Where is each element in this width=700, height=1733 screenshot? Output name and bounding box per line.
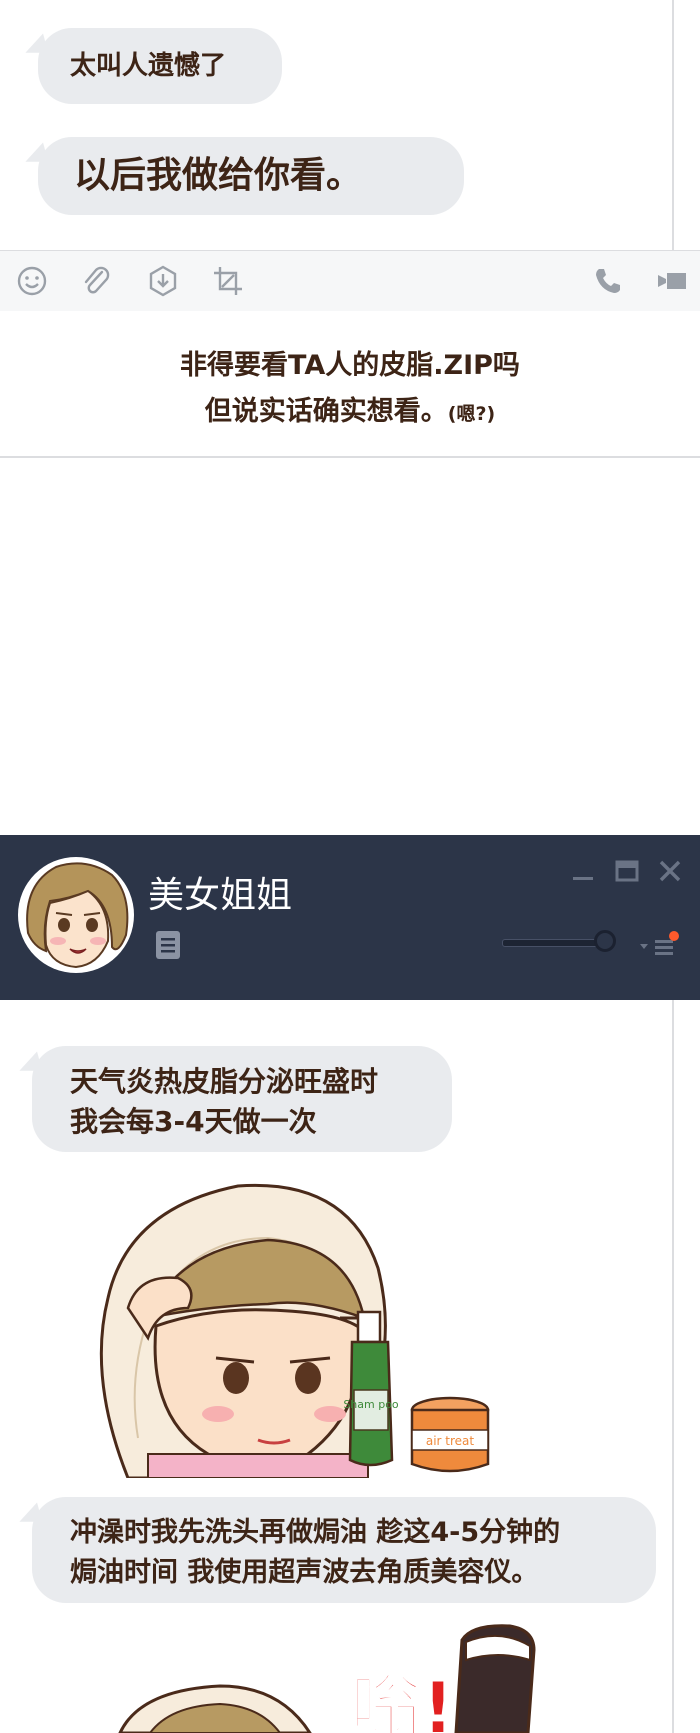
jar-label: air treat [426, 1434, 475, 1448]
volume-slider-handle[interactable] [594, 930, 616, 952]
caption-line-2: 但说实话确实想看。(嗯?) [0, 389, 700, 428]
download-icon[interactable] [145, 263, 181, 299]
bubble-tail [21, 33, 49, 59]
bubble-tail [21, 142, 49, 168]
caption-line-1: 非得要看TA人的皮脂.ZIP吗 [180, 350, 520, 381]
video-icon[interactable] [654, 263, 690, 299]
narration-panel: 非得要看TA人的皮脂.ZIP吗 但说实话确实想看。(嗯?) [0, 311, 700, 458]
chat-bubble: 冲澡时我先洗头再做焗油 趁这4-5分钟的 焗油时间 我使用超声波去角质美容仪。 [15, 1497, 656, 1603]
message-text: 太叫人遗憾了 [70, 51, 227, 81]
avatar[interactable] [16, 855, 136, 975]
caption-line-2-text: 但说实话确实想看。 [204, 396, 448, 427]
phone-icon[interactable] [590, 263, 626, 299]
maximize-icon[interactable] [614, 858, 640, 884]
chat-bubble: 以后我做给你看。 [21, 137, 464, 215]
bubble-tail [15, 1051, 43, 1077]
message-line: 天气炎热皮脂分泌旺盛时 [70, 1065, 379, 1098]
paperclip-icon[interactable] [78, 263, 114, 299]
bottle-label: Sham poo [343, 1398, 399, 1411]
message-line: 我会每3-4天做一次 [70, 1105, 317, 1138]
message-line: 焗油时间 我使用超声波去角质美容仪。 [70, 1557, 539, 1588]
chat-bubble: 天气炎热皮脂分泌旺盛时 我会每3-4天做一次 [15, 1046, 452, 1152]
chat-toolbar [0, 250, 700, 312]
message-text: 以后我做给你看。 [74, 155, 363, 196]
illustration-ultrasonic-device: 嗡! [118, 1624, 536, 1733]
contact-name: 美女姐姐 [148, 875, 293, 916]
sound-effect: 嗡! [350, 1666, 455, 1733]
chat-bubble: 太叫人遗憾了 [21, 28, 282, 104]
close-icon[interactable] [657, 858, 683, 884]
memo-icon[interactable] [154, 929, 182, 961]
smiley-icon[interactable] [14, 263, 50, 299]
bubble-tail [15, 1502, 43, 1528]
message-line: 冲澡时我先洗头再做焗油 趁这4-5分钟的 [70, 1517, 561, 1548]
chat-divider-top [672, 0, 674, 250]
minimize-icon[interactable] [570, 858, 596, 884]
illustration-shower-cap-girl: Sham poo air treat [99, 1183, 490, 1478]
volume-slider[interactable] [502, 939, 604, 947]
chat-divider-bottom [672, 1000, 674, 1733]
crop-icon[interactable] [210, 263, 246, 299]
caption-note: (嗯?) [447, 403, 496, 425]
menu-icon[interactable] [638, 930, 682, 960]
